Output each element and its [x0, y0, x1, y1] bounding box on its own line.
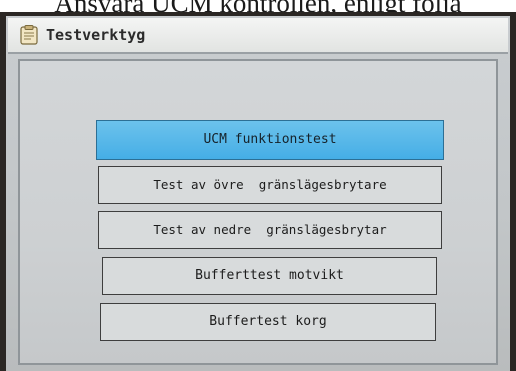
photo-frame: Ansvara UCM kontrollen, enligt följa Tes… — [0, 0, 516, 371]
device-bezel: Testverktyg UCM funktionstest Test av öv… — [0, 12, 516, 371]
upper-limit-switch-test-button[interactable]: Test av övre gränslägesbrytare — [98, 166, 442, 204]
touch-screen: Testverktyg UCM funktionstest Test av öv… — [6, 16, 510, 371]
counterweight-buffer-test-button[interactable]: Bufferttest motvikt — [102, 257, 437, 295]
lower-limit-switch-test-button[interactable]: Test av nedre gränslägesbrytar — [98, 211, 442, 249]
window-title-bar: Testverktyg — [8, 18, 508, 54]
window-title: Testverktyg — [46, 26, 146, 44]
ucm-function-test-button[interactable]: UCM funktionstest — [96, 120, 444, 160]
clipboard-icon — [20, 25, 38, 45]
menu-panel: UCM funktionstest Test av övre gränsläge… — [18, 59, 498, 365]
car-buffer-test-button[interactable]: Buffertest korg — [100, 303, 436, 341]
